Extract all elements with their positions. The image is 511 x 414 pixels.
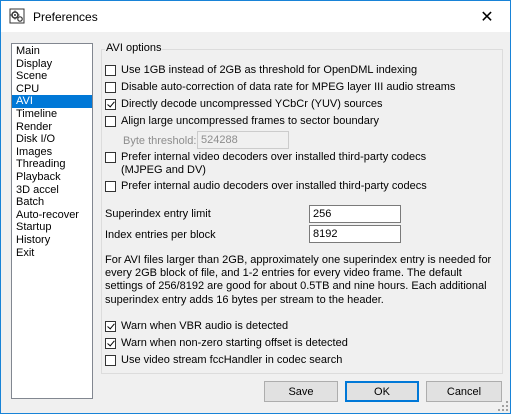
- byte-threshold-input: [197, 131, 289, 149]
- nav-item-auto-recover[interactable]: Auto-recover: [12, 209, 92, 222]
- nav-item-main[interactable]: Main: [12, 45, 92, 58]
- checkbox[interactable]: [105, 152, 116, 163]
- superindex-label: Superindex entry limit: [105, 208, 211, 220]
- nav-item-scene[interactable]: Scene: [12, 70, 92, 83]
- nav-item-history[interactable]: History: [12, 234, 92, 247]
- nav-item-threading[interactable]: Threading: [12, 158, 92, 171]
- opt-direct-decode-yuv[interactable]: Directly decode uncompressed YCbCr (YUV)…: [105, 98, 382, 110]
- checkbox-label: Disable auto-correction of data rate for…: [121, 81, 456, 93]
- opt-1gb-threshold[interactable]: Use 1GB instead of 2GB as threshold for …: [105, 64, 417, 76]
- byte-threshold-label: Byte threshold:: [123, 135, 197, 147]
- checkbox-label: Use 1GB instead of 2GB as threshold for …: [121, 64, 418, 76]
- checkbox[interactable]: [105, 321, 116, 332]
- preferences-gears-icon: [9, 8, 25, 24]
- category-list[interactable]: Main Display Scene CPU AVI Timeline Render Disk…: [11, 43, 93, 399]
- checkbox-label: Warn when non-zero starting offset is de…: [121, 337, 348, 349]
- nav-item-batch[interactable]: Batch: [12, 196, 92, 209]
- nav-item-3d-accel[interactable]: 3D accel: [12, 184, 92, 197]
- opt-warn-offset[interactable]: Warn when non-zero starting offset is de…: [105, 337, 348, 349]
- opt-fcchandler[interactable]: Use video stream fccHandler in codec sea…: [105, 354, 342, 366]
- checkbox[interactable]: [105, 355, 116, 366]
- checkbox[interactable]: [105, 99, 116, 110]
- opt-prefer-internal-audio[interactable]: Prefer internal audio decoders over inst…: [105, 180, 427, 192]
- nav-item-avi[interactable]: AVI: [12, 95, 92, 108]
- checkbox[interactable]: [105, 181, 116, 192]
- close-button[interactable]: ✕: [464, 1, 510, 32]
- close-icon: ✕: [480, 8, 494, 26]
- index-entries-input[interactable]: [309, 225, 401, 243]
- nav-item-timeline[interactable]: Timeline: [12, 108, 92, 121]
- checkbox[interactable]: [105, 82, 116, 93]
- checkbox-label: Directly decode uncompressed YCbCr (YUV)…: [121, 98, 383, 110]
- opt-disable-mp3-correction[interactable]: Disable auto-correction of data rate for…: [105, 81, 455, 93]
- ok-button[interactable]: OK: [345, 381, 419, 402]
- superindex-input[interactable]: [309, 205, 401, 223]
- nav-item-images[interactable]: Images: [12, 146, 92, 159]
- checkbox-label: Warn when VBR audio is detected: [121, 320, 289, 332]
- checkbox[interactable]: [105, 338, 116, 349]
- opt-align-sector[interactable]: Align large uncompressed frames to secto…: [105, 115, 379, 127]
- title-bar[interactable]: Preferences ✕: [1, 1, 510, 32]
- cancel-button[interactable]: Cancel: [426, 381, 502, 402]
- nav-item-exit[interactable]: Exit: [12, 247, 92, 260]
- opt-prefer-internal-video[interactable]: Prefer internal video decoders over inst…: [105, 151, 461, 177]
- checkbox-label: Prefer internal audio decoders over inst…: [121, 180, 427, 192]
- nav-item-playback[interactable]: Playback: [12, 171, 92, 184]
- nav-item-disk-i-o[interactable]: Disk I/O: [12, 133, 92, 146]
- nav-item-startup[interactable]: Startup: [12, 221, 92, 234]
- checkbox[interactable]: [105, 65, 116, 76]
- preferences-window: Preferences ✕ Main Display Scene CPU AVI Time…: [0, 0, 511, 414]
- avi-options-title: AVI options: [105, 42, 163, 54]
- checkbox-label: Use video stream fccHandler in codec sea…: [121, 354, 343, 366]
- index-entries-label: Index entries per block: [105, 229, 216, 241]
- nav-item-cpu[interactable]: CPU: [12, 83, 92, 96]
- checkbox[interactable]: [105, 116, 116, 127]
- nav-item-render[interactable]: Render: [12, 121, 92, 134]
- opt-warn-vbr[interactable]: Warn when VBR audio is detected: [105, 320, 288, 332]
- nav-item-display[interactable]: Display: [12, 58, 92, 71]
- window-title: Preferences: [33, 10, 98, 24]
- save-button[interactable]: Save: [264, 381, 338, 402]
- checkbox-label: Prefer internal video decoders over inst…: [121, 151, 427, 176]
- avi-info-text: For AVI files larger than 2GB, approxima…: [105, 254, 492, 306]
- checkbox-label: Align large uncompressed frames to secto…: [121, 115, 380, 127]
- resize-grip-icon[interactable]: [498, 401, 508, 411]
